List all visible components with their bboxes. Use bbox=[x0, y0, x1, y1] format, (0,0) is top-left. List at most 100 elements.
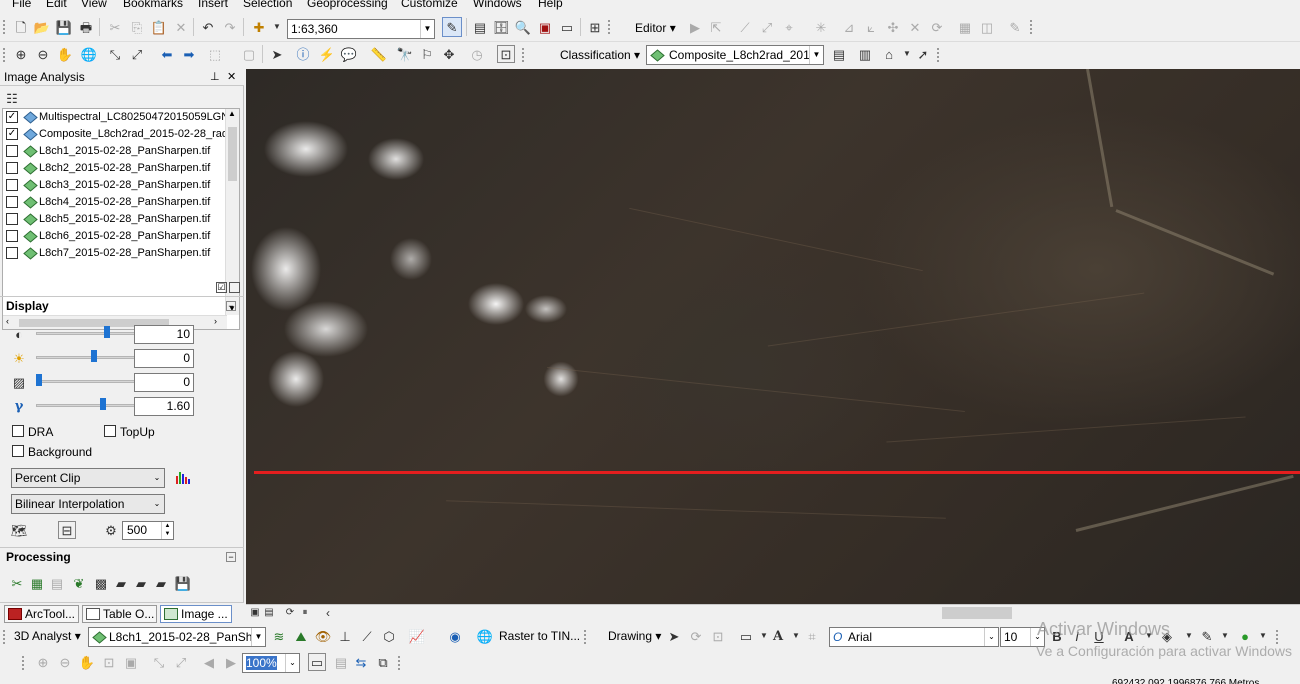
brightness-value[interactable]: 0 bbox=[134, 349, 194, 368]
topup-checkbox[interactable] bbox=[104, 425, 116, 437]
list-item[interactable]: L8ch6_2015-02-28_PanSharpen.tif bbox=[3, 228, 227, 245]
table-of-contents-icon[interactable]: ▤ bbox=[471, 18, 489, 36]
open-folder-icon[interactable]: 📂 bbox=[33, 18, 51, 36]
zoom-100-icon[interactable]: ▣ bbox=[122, 653, 140, 671]
zoom-whole-page-icon[interactable]: ⊡ bbox=[709, 627, 727, 645]
editor-toolbar-icon[interactable]: ✎ bbox=[442, 17, 462, 37]
dra-checkbox[interactable] bbox=[12, 425, 24, 437]
find-route-icon[interactable]: ⚐ bbox=[418, 45, 436, 63]
scroll-left-icon[interactable]: ‹ bbox=[322, 605, 334, 621]
sketch-properties-icon[interactable]: ◫ bbox=[978, 18, 996, 36]
list-item[interactable]: ✓ Multispectral_LC80250472015059LGN bbox=[3, 109, 229, 126]
time-slider-icon[interactable]: ◷ bbox=[468, 45, 486, 63]
zoom-in-icon[interactable]: ⊕ bbox=[12, 45, 30, 63]
orthorectify-icon[interactable]: ▰ bbox=[112, 574, 130, 592]
edit-tool-icon[interactable]: ▶ bbox=[686, 18, 704, 36]
forward-arrow-icon[interactable]: ➡ bbox=[180, 45, 198, 63]
transparency-value[interactable]: 0 bbox=[134, 373, 194, 392]
find-icon[interactable]: 🔭 bbox=[396, 45, 414, 63]
stepper-arrows-icon[interactable]: ▲ ▼ bbox=[161, 522, 173, 539]
chevron-down-icon[interactable]: ⌄ bbox=[150, 495, 164, 513]
hillshade-icon[interactable]: ▰ bbox=[132, 574, 150, 592]
select-features-icon[interactable]: ⬚ bbox=[206, 45, 224, 63]
gamma-value[interactable]: 1.60 bbox=[134, 397, 194, 416]
chevron-down-icon[interactable]: ⌄ bbox=[285, 654, 299, 672]
menu-file[interactable]: File bbox=[12, 0, 31, 10]
arctoolbox-icon[interactable]: ▣ bbox=[536, 18, 554, 36]
raster-to-tin-button[interactable]: Raster to TIN... bbox=[499, 628, 580, 644]
draw-polygon-icon[interactable]: ⌂ bbox=[880, 45, 898, 63]
edit-annotation-icon[interactable]: ⇱ bbox=[707, 18, 725, 36]
3d-analyst-menu[interactable]: 3D Analyst ▾ bbox=[14, 628, 81, 644]
pan-page-icon[interactable]: ✋ bbox=[78, 653, 96, 671]
layout-zoom-combo[interactable]: 100% ⌄ bbox=[242, 653, 300, 673]
uncheck-all-icon[interactable] bbox=[229, 282, 240, 293]
point-icon[interactable]: ✳ bbox=[812, 18, 830, 36]
fixed-zoom-in-icon[interactable]: ⤡ bbox=[150, 653, 168, 671]
layer-checkbox[interactable] bbox=[6, 162, 18, 174]
forward-extent-icon[interactable]: ▶ bbox=[222, 653, 240, 671]
layer-checkbox[interactable]: ✓ bbox=[6, 111, 18, 123]
transparency-slider-thumb[interactable] bbox=[36, 374, 42, 386]
profile-graph-icon[interactable]: 📈 bbox=[408, 627, 426, 645]
chevron-down-icon[interactable]: ⌄ bbox=[984, 628, 998, 646]
add-data-icon[interactable]: ✚ bbox=[250, 18, 268, 36]
redo-icon[interactable]: ↷ bbox=[221, 18, 239, 36]
fixed-zoom-out-icon[interactable]: ⤢ bbox=[128, 45, 146, 63]
copy-icon[interactable]: ⎘ bbox=[128, 18, 146, 36]
paste-icon[interactable]: 📋 bbox=[150, 18, 168, 36]
histogram-icon[interactable] bbox=[174, 468, 192, 486]
menu-edit[interactable]: Edit bbox=[46, 0, 67, 10]
chevron-down-icon[interactable]: ▼ bbox=[251, 628, 265, 646]
list-item[interactable]: L8ch5_2015-02-28_PanSharpen.tif bbox=[3, 211, 227, 228]
delete-icon[interactable]: ✕ bbox=[172, 18, 190, 36]
background-checkbox[interactable] bbox=[12, 445, 24, 457]
3d-analyst-layer-combo[interactable]: L8ch1_2015-02-28_PanSha ▼ bbox=[88, 627, 266, 647]
list-item[interactable]: L8ch2_2015-02-28_PanSharpen.tif bbox=[3, 160, 227, 177]
pin-icon[interactable]: ⊥ bbox=[210, 70, 220, 83]
python-window-icon[interactable]: ▭ bbox=[558, 18, 576, 36]
layout-view-icon[interactable]: ▤ bbox=[263, 605, 275, 621]
menu-view[interactable]: View bbox=[81, 0, 107, 10]
processing-section-header[interactable]: Processing − bbox=[0, 547, 244, 565]
scroll-right-icon[interactable]: › bbox=[214, 316, 217, 326]
change-layout-icon[interactable]: ⇆ bbox=[352, 653, 370, 671]
gamma-slider-thumb[interactable] bbox=[99, 398, 106, 410]
pan-hand-icon[interactable]: ✋ bbox=[56, 45, 74, 63]
arcscene-icon[interactable]: ◉ bbox=[446, 627, 464, 645]
contrast-slider-thumb[interactable] bbox=[104, 326, 111, 338]
data-driven-pages-icon[interactable]: ⧉ bbox=[374, 653, 392, 671]
reproject-icon[interactable]: ⚙ bbox=[102, 521, 120, 539]
refresh-icon[interactable]: ⟳ bbox=[284, 605, 296, 621]
html-popup-icon[interactable]: 💬 bbox=[340, 45, 358, 63]
layer-checkbox[interactable] bbox=[6, 179, 18, 191]
layer-checkbox[interactable] bbox=[6, 247, 18, 259]
ndvi-icon[interactable]: ❦ bbox=[70, 574, 88, 592]
reproject-stepper[interactable]: 500 ▲ ▼ bbox=[122, 521, 174, 540]
create-viewer-window-icon[interactable]: ⊡ bbox=[497, 45, 515, 63]
chevron-down-icon[interactable]: ⌄ bbox=[150, 469, 164, 487]
menu-help[interactable]: Help bbox=[538, 0, 563, 10]
menu-bookmarks[interactable]: Bookmarks bbox=[123, 0, 183, 10]
clear-selection-icon[interactable]: ▢ bbox=[240, 45, 258, 63]
data-view-icon[interactable]: ▣ bbox=[249, 605, 261, 621]
back-extent-icon[interactable]: ◀ bbox=[200, 653, 218, 671]
layer-checkbox[interactable] bbox=[6, 230, 18, 242]
focus-data-frame-icon[interactable]: ▤ bbox=[332, 653, 350, 671]
layer-checkbox[interactable] bbox=[6, 213, 18, 225]
menu-customize[interactable]: Customize bbox=[401, 0, 458, 10]
map-display[interactable] bbox=[246, 69, 1300, 604]
tab-arctoolbox[interactable]: ArcTool... bbox=[4, 605, 79, 623]
line-of-sight-icon[interactable]: 👁 bbox=[314, 627, 332, 645]
text-tool-icon[interactable]: A bbox=[769, 627, 787, 645]
print-icon[interactable]: 🖶 bbox=[77, 18, 95, 36]
editor-menu[interactable]: Editor ▾ bbox=[635, 20, 676, 36]
font-select[interactable]: O Arial ⌄ bbox=[829, 627, 999, 647]
classification-layer-combo[interactable]: Composite_L8ch2rad_2015 ▼ bbox=[646, 45, 824, 65]
menu-insert[interactable]: Insert bbox=[198, 0, 228, 10]
list-item[interactable]: L8ch7_2015-02-28_PanSharpen.tif bbox=[3, 245, 227, 262]
go-to-xy-icon[interactable]: ✥ bbox=[440, 45, 458, 63]
collapse-icon[interactable]: − bbox=[226, 552, 236, 562]
zoom-whole-page-icon[interactable]: ⊡ bbox=[100, 653, 118, 671]
add-layer-icon[interactable]: 🗺 bbox=[10, 521, 28, 539]
